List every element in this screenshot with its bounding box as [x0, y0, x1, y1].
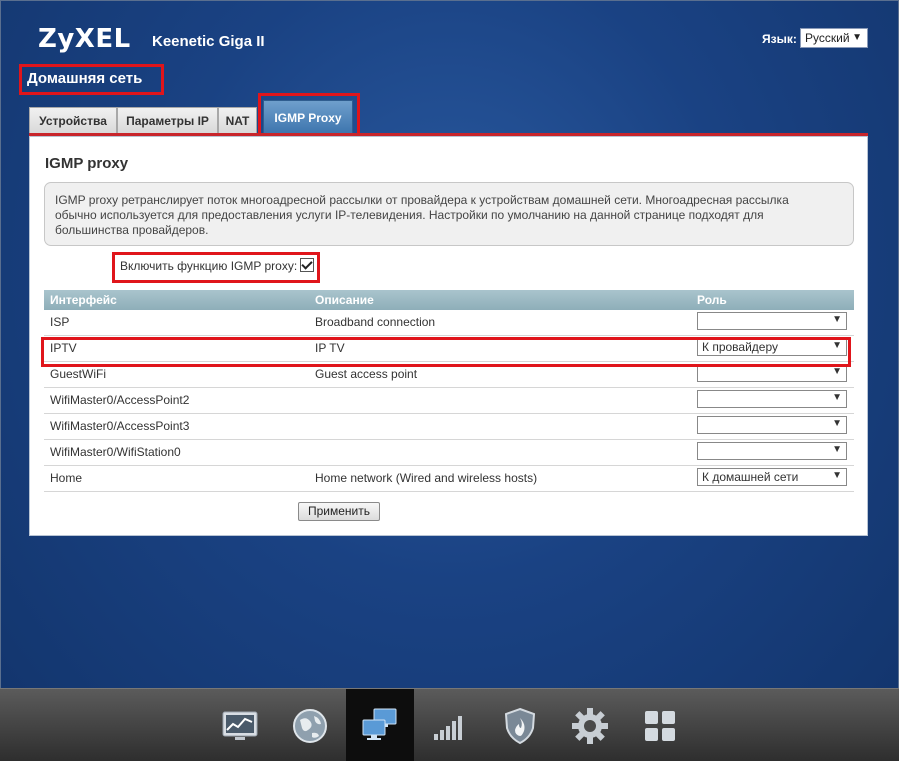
info-box: IGMP proxy ретранслирует поток многоадре…	[44, 182, 854, 246]
interface-name: WifiMaster0/AccessPoint2	[50, 393, 190, 407]
chevron-down-icon: ▼	[832, 366, 842, 377]
enable-igmp-row: Включить функцию IGMP proxy:	[120, 258, 315, 273]
interface-name: GuestWiFi	[50, 367, 107, 381]
tab-igmp-proxy[interactable]: IGMP Proxy	[263, 100, 353, 134]
table-row: WifiMaster0/AccessPoint3 ▼	[44, 414, 854, 440]
nav-home-network-button[interactable]	[346, 689, 414, 761]
role-select[interactable]: К домашней сети ▼	[697, 468, 847, 486]
language-select[interactable]: Русский ▼	[800, 28, 868, 48]
interface-description: Guest access point	[315, 367, 418, 381]
role-select[interactable]: ▼	[697, 416, 847, 434]
nav-internet-button[interactable]	[276, 689, 344, 761]
table-row: GuestWiFi Guest access point ▼	[44, 362, 854, 388]
nav-system-button[interactable]	[556, 689, 624, 761]
tab-label: NAT	[225, 114, 250, 128]
interfaces-table: Интерфейс Описание Роль ISP Broadband co…	[44, 290, 854, 492]
chevron-down-icon: ▼	[832, 314, 842, 325]
tab-ip-settings[interactable]: Параметры IP	[117, 107, 218, 134]
role-select[interactable]: ▼	[697, 390, 847, 408]
grid-squares-icon	[645, 711, 675, 741]
language-label: Язык:	[762, 32, 797, 46]
tab-nat[interactable]: NAT	[218, 107, 257, 134]
nav-security-button[interactable]	[486, 689, 554, 761]
chevron-down-icon: ▼	[832, 340, 842, 351]
interface-name: ISP	[50, 315, 70, 329]
tab-label: Устройства	[39, 114, 107, 128]
enable-igmp-label: Включить функцию IGMP proxy:	[120, 259, 298, 273]
nav-monitor-button[interactable]	[206, 689, 274, 761]
interface-name: IPTV	[50, 341, 77, 355]
table-row: Home Home network (Wired and wireless ho…	[44, 466, 854, 492]
network-computers-icon	[362, 708, 397, 740]
enable-igmp-checkbox[interactable]	[300, 258, 315, 272]
column-header-description: Описание	[315, 293, 374, 307]
role-value: К провайдеру	[702, 340, 779, 354]
signal-bars-icon	[434, 716, 462, 740]
column-header-role: Роль	[697, 293, 727, 307]
table-row: WifiMaster0/WifiStation0 ▼	[44, 440, 854, 466]
table-row: IPTV IP TV К провайдеру ▼	[44, 336, 854, 362]
model-name: Keenetic Giga II	[152, 33, 265, 50]
info-line: обычно используется для предоставления у…	[55, 208, 764, 222]
chevron-down-icon: ▼	[832, 392, 842, 403]
nav-apps-button[interactable]	[626, 689, 694, 761]
role-select[interactable]: К провайдеру ▼	[697, 338, 847, 356]
content-panel: IGMP proxy IGMP proxy ретранслирует пото…	[29, 136, 868, 536]
page-title: Домашняя сеть	[27, 70, 143, 87]
chevron-down-icon: ▼	[832, 470, 842, 481]
brand-logo: ZyXEL	[38, 24, 131, 54]
chevron-down-icon: ▼	[832, 444, 842, 455]
panel-title: IGMP proxy	[45, 155, 129, 172]
interface-description: Broadband connection	[315, 315, 436, 329]
table-row: WifiMaster0/AccessPoint2 ▼	[44, 388, 854, 414]
role-value: К домашней сети	[702, 470, 799, 484]
interface-name: WifiMaster0/AccessPoint3	[50, 419, 190, 433]
nav-wifi-button[interactable]	[416, 689, 484, 761]
interface-name: WifiMaster0/WifiStation0	[50, 445, 181, 459]
globe-icon	[293, 709, 327, 743]
bottom-nav-bar	[0, 688, 899, 761]
info-line: IGMP proxy ретранслирует поток многоадре…	[55, 193, 789, 207]
chevron-down-icon: ▼	[852, 32, 862, 43]
monitor-chart-icon	[222, 711, 258, 740]
column-header-interface: Интерфейс	[50, 293, 117, 307]
tab-devices[interactable]: Устройства	[29, 107, 117, 134]
interface-name: Home	[50, 471, 83, 485]
apply-button[interactable]: Применить	[298, 502, 380, 521]
gear-icon	[572, 708, 608, 744]
interface-description: IP TV	[315, 341, 345, 355]
role-select[interactable]: ▼	[697, 312, 847, 330]
interface-description: Home network (Wired and wireless hosts)	[315, 471, 538, 485]
table-header: Интерфейс Описание Роль	[44, 290, 854, 310]
role-select[interactable]: ▼	[697, 442, 847, 460]
table-row: ISP Broadband connection ▼	[44, 310, 854, 336]
tab-label: Параметры IP	[126, 114, 209, 128]
shield-flame-icon	[504, 707, 536, 745]
tab-label: IGMP Proxy	[274, 111, 342, 125]
chevron-down-icon: ▼	[832, 418, 842, 429]
language-value: Русский	[805, 31, 850, 45]
role-select[interactable]: ▼	[697, 364, 847, 382]
info-line: большинства провайдеров.	[55, 223, 209, 237]
